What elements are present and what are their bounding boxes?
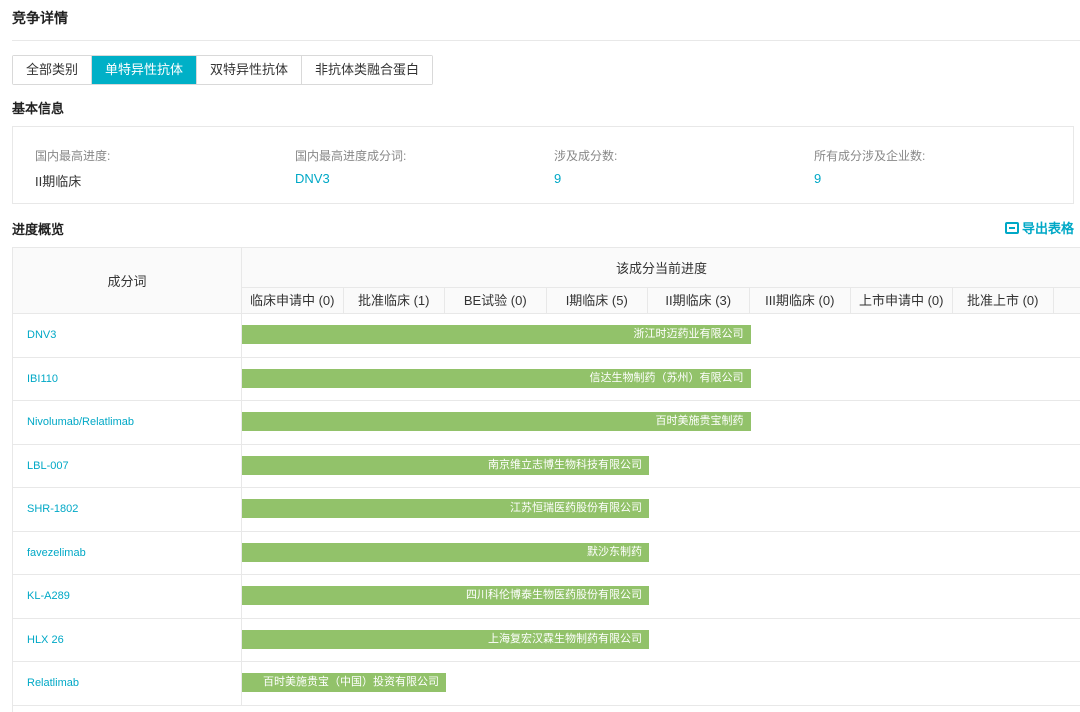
info-value-link[interactable]: DNV3 xyxy=(295,171,406,186)
table-row: KL-A289 四川科伦博泰生物医药股份有限公司 xyxy=(13,575,1080,619)
table-row: IBI110 信达生物制药（苏州）有限公司 xyxy=(13,357,1080,401)
info-company-count: 所有成分涉及企业数: 9 xyxy=(814,147,925,186)
progress-bar[interactable]: 四川科伦博泰生物医药股份有限公司 xyxy=(242,586,649,605)
basic-info-panel: 国内最高进度: II期临床 国内最高进度成分词: DNV3 涉及成分数: 9 所… xyxy=(12,126,1074,204)
stage-header: 批准临床 (1) xyxy=(344,288,445,314)
table-row: DNV3 浙江时迈药业有限公司 xyxy=(13,314,1080,358)
info-label: 涉及成分数: xyxy=(554,149,618,163)
progress-table: 成分词 该成分当前进度 临床申请中 (0) 批准临床 (1) BE试验 (0) … xyxy=(12,247,1080,712)
export-label: 导出表格 xyxy=(1021,221,1074,236)
tab-non-antibody-fusion-protein[interactable]: 非抗体类融合蛋白 xyxy=(302,56,433,84)
component-name-link[interactable]: KL-A289 xyxy=(13,575,242,618)
stage-header: I期临床 (5) xyxy=(547,288,648,314)
info-highest-progress: 国内最高进度: II期临床 xyxy=(35,147,110,190)
progress-bar[interactable]: 百时美施贵宝制药 xyxy=(242,412,751,431)
tab-all-categories[interactable]: 全部类别 xyxy=(13,56,93,84)
component-name-link[interactable]: IBI110 xyxy=(13,357,242,400)
table-row: Relatlimab 百时美施贵宝（中国）投资有限公司 xyxy=(13,662,1080,706)
progress-bar[interactable]: 南京维立志博生物科技有限公司 xyxy=(242,455,649,475)
stage-header: 已 xyxy=(1054,288,1080,314)
stage-header: BE试验 (0) xyxy=(445,288,547,314)
progress-bar[interactable]: 默沙东制药 xyxy=(242,542,649,562)
stage-header: 批准上市 (0) xyxy=(953,288,1054,314)
info-value-link[interactable]: 9 xyxy=(814,171,925,186)
title-divider xyxy=(12,40,1080,41)
info-label: 国内最高进度: xyxy=(35,149,111,163)
tab-bispecific-antibody[interactable]: 双特异性抗体 xyxy=(197,56,303,84)
stage-header: 临床申请中 (0) xyxy=(242,288,344,314)
component-name-link[interactable]: Nivolumab/Relatlimab xyxy=(13,401,242,444)
table-row: Nivolumab/Relatlimab 百时美施贵宝制药 xyxy=(13,401,1080,445)
info-highest-progress-component: 国内最高进度成分词: DNV3 xyxy=(295,147,406,186)
progress-overview-title: 进度概览 xyxy=(12,222,65,237)
progress-bar[interactable]: 信达生物制药（苏州）有限公司 xyxy=(242,368,751,388)
progress-bar[interactable]: 江苏恒瑞医药股份有限公司 xyxy=(242,499,649,518)
table-row: LBL-007 南京维立志博生物科技有限公司 xyxy=(13,444,1080,488)
stage-header: III期临床 (0) xyxy=(750,288,851,314)
tab-monospecific-antibody[interactable]: 单特异性抗体 xyxy=(92,56,198,84)
info-component-count: 涉及成分数: 9 xyxy=(554,147,617,186)
component-name-link[interactable]: HLX 26 xyxy=(13,618,242,661)
table-row: SHR-1802 江苏恒瑞医药股份有限公司 xyxy=(13,488,1080,532)
header-current-progress: 该成分当前进度 xyxy=(242,248,1080,288)
stage-header: 上市申请中 (0) xyxy=(851,288,953,314)
basic-info-title: 基本信息 xyxy=(12,101,65,116)
progress-bar[interactable]: 浙江时迈药业有限公司 xyxy=(242,325,751,344)
category-tabs: 全部类别 单特异性抗体 双特异性抗体 非抗体类融合蛋白 xyxy=(12,55,434,85)
component-name-link[interactable]: LBL-007 xyxy=(13,444,242,487)
info-value: II期临床 xyxy=(35,174,82,189)
info-label: 所有成分涉及企业数: xyxy=(814,149,926,163)
table-row: favezelimab 默沙东制药 xyxy=(13,531,1080,575)
info-value-link[interactable]: 9 xyxy=(554,171,617,186)
component-name-link[interactable]: favezelimab xyxy=(13,531,242,574)
table-icon xyxy=(1004,221,1019,234)
stage-header-row: 临床申请中 (0) 批准临床 (1) BE试验 (0) I期临床 (5) II期… xyxy=(242,288,1080,314)
table-row: HLX 26 上海复宏汉霖生物制药有限公司 xyxy=(13,618,1080,662)
header-component: 成分词 xyxy=(13,248,242,314)
stage-header: II期临床 (3) xyxy=(648,288,750,314)
page-title: 竞争详情 xyxy=(12,10,68,26)
component-name-link[interactable]: DNV3 xyxy=(13,314,242,357)
progress-bar[interactable]: 上海复宏汉霖生物制药有限公司 xyxy=(242,629,649,649)
component-name-link[interactable]: Relatlimab xyxy=(13,662,242,705)
component-name-link[interactable]: SHR-1802 xyxy=(13,488,242,531)
progress-bar[interactable]: 百时美施贵宝（中国）投资有限公司 xyxy=(242,673,446,692)
export-table-button[interactable]: 导出表格 xyxy=(1004,218,1074,237)
info-label: 国内最高进度成分词: xyxy=(295,149,407,163)
